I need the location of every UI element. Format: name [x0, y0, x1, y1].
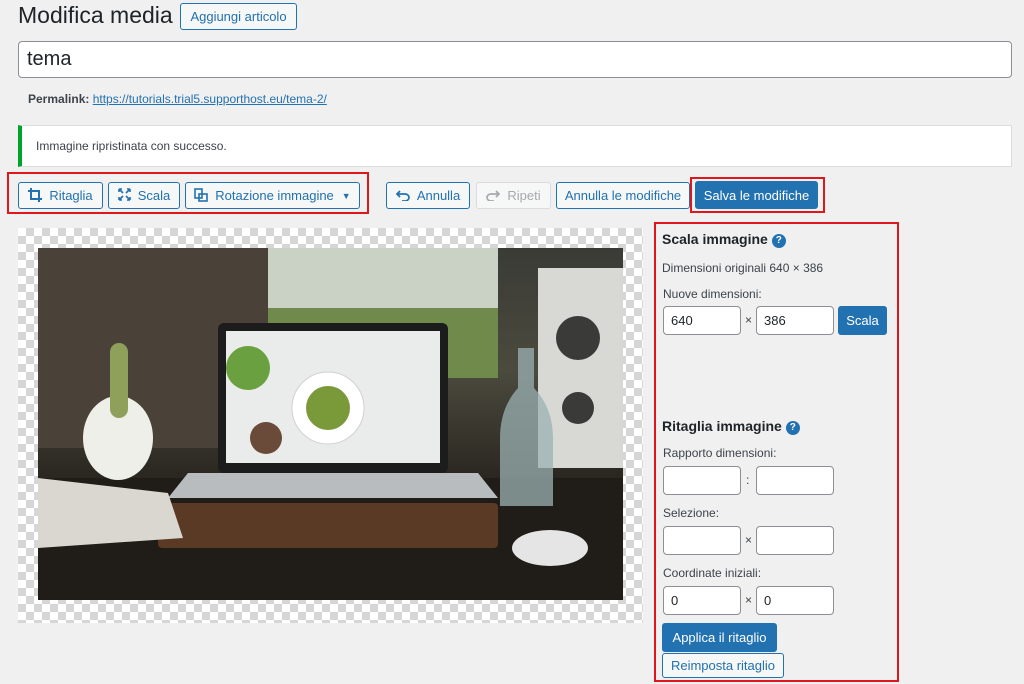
chevron-down-icon: ▼ — [341, 190, 351, 201]
new-dimensions-label: Nuove dimensioni: — [663, 287, 762, 301]
scale-button[interactable]: Scala — [108, 182, 180, 209]
rotate-icon — [194, 187, 209, 204]
undo-button[interactable]: Annulla — [386, 182, 470, 209]
add-post-button[interactable]: Aggiungi articolo — [180, 3, 297, 30]
ratio-width-input[interactable] — [663, 466, 741, 495]
redo-button[interactable]: Ripeti — [476, 182, 551, 209]
reset-crop-button[interactable]: Reimposta ritaglio — [662, 653, 784, 678]
ratio-label: Rapporto dimensioni: — [663, 446, 777, 460]
ratio-height-input[interactable] — [756, 466, 834, 495]
save-changes-button[interactable]: Salva le modifiche — [695, 181, 818, 209]
permalink-link[interactable]: https://tutorials.trial5.supporthost.eu/… — [93, 92, 327, 106]
scale-icon — [117, 188, 131, 203]
ratio-separator: : — [746, 473, 750, 487]
dimension-separator: × — [745, 313, 753, 327]
selection-width-input[interactable] — [663, 526, 741, 555]
coords-separator: × — [745, 593, 753, 607]
crop-label: Ritaglia — [49, 188, 93, 203]
selection-height-input[interactable] — [756, 526, 834, 555]
permalink-label: Permalink: — [28, 92, 90, 106]
redo-icon — [486, 189, 501, 203]
rotate-label: Rotazione immagine — [215, 188, 334, 203]
original-dimensions: Dimensioni originali 640 × 386 — [662, 261, 824, 275]
undo-label: Annulla — [416, 188, 461, 203]
permalink: Permalink: https://tutorials.trial5.supp… — [28, 92, 327, 106]
scale-panel-title-text: Scala immagine — [662, 231, 768, 247]
cancel-changes-button[interactable]: Annulla le modifiche — [556, 182, 690, 209]
apply-crop-button[interactable]: Applica il ritaglio — [662, 623, 777, 652]
crop-panel-title: Ritaglia immagine? — [662, 418, 800, 435]
rotate-dropdown-button[interactable]: Rotazione immagine ▼ — [185, 182, 360, 209]
scale-width-input[interactable]: 640 — [663, 306, 741, 335]
image-preview[interactable] — [38, 248, 623, 600]
title-input[interactable]: tema — [18, 41, 1012, 78]
selection-separator: × — [745, 533, 753, 547]
scale-label: Scala — [137, 188, 171, 203]
scale-height-input[interactable]: 386 — [756, 306, 834, 335]
selection-label: Selezione: — [663, 506, 720, 520]
coords-label: Coordinate iniziali: — [663, 566, 762, 580]
undo-icon — [395, 189, 410, 203]
coord-x-input[interactable]: 0 — [663, 586, 741, 615]
redo-label: Ripeti — [507, 188, 541, 203]
scale-apply-button[interactable]: Scala — [838, 306, 887, 335]
coord-y-input[interactable]: 0 — [756, 586, 834, 615]
help-icon[interactable]: ? — [785, 421, 800, 435]
page-title: Modifica media — [18, 2, 173, 28]
help-icon[interactable]: ? — [771, 234, 786, 248]
scale-panel-title: Scala immagine? — [662, 231, 786, 248]
success-notice: Immagine ripristinata con successo. — [18, 125, 1012, 167]
crop-panel-title-text: Ritaglia immagine — [662, 418, 782, 434]
crop-button[interactable]: Ritaglia — [18, 182, 103, 209]
crop-icon — [28, 187, 43, 204]
